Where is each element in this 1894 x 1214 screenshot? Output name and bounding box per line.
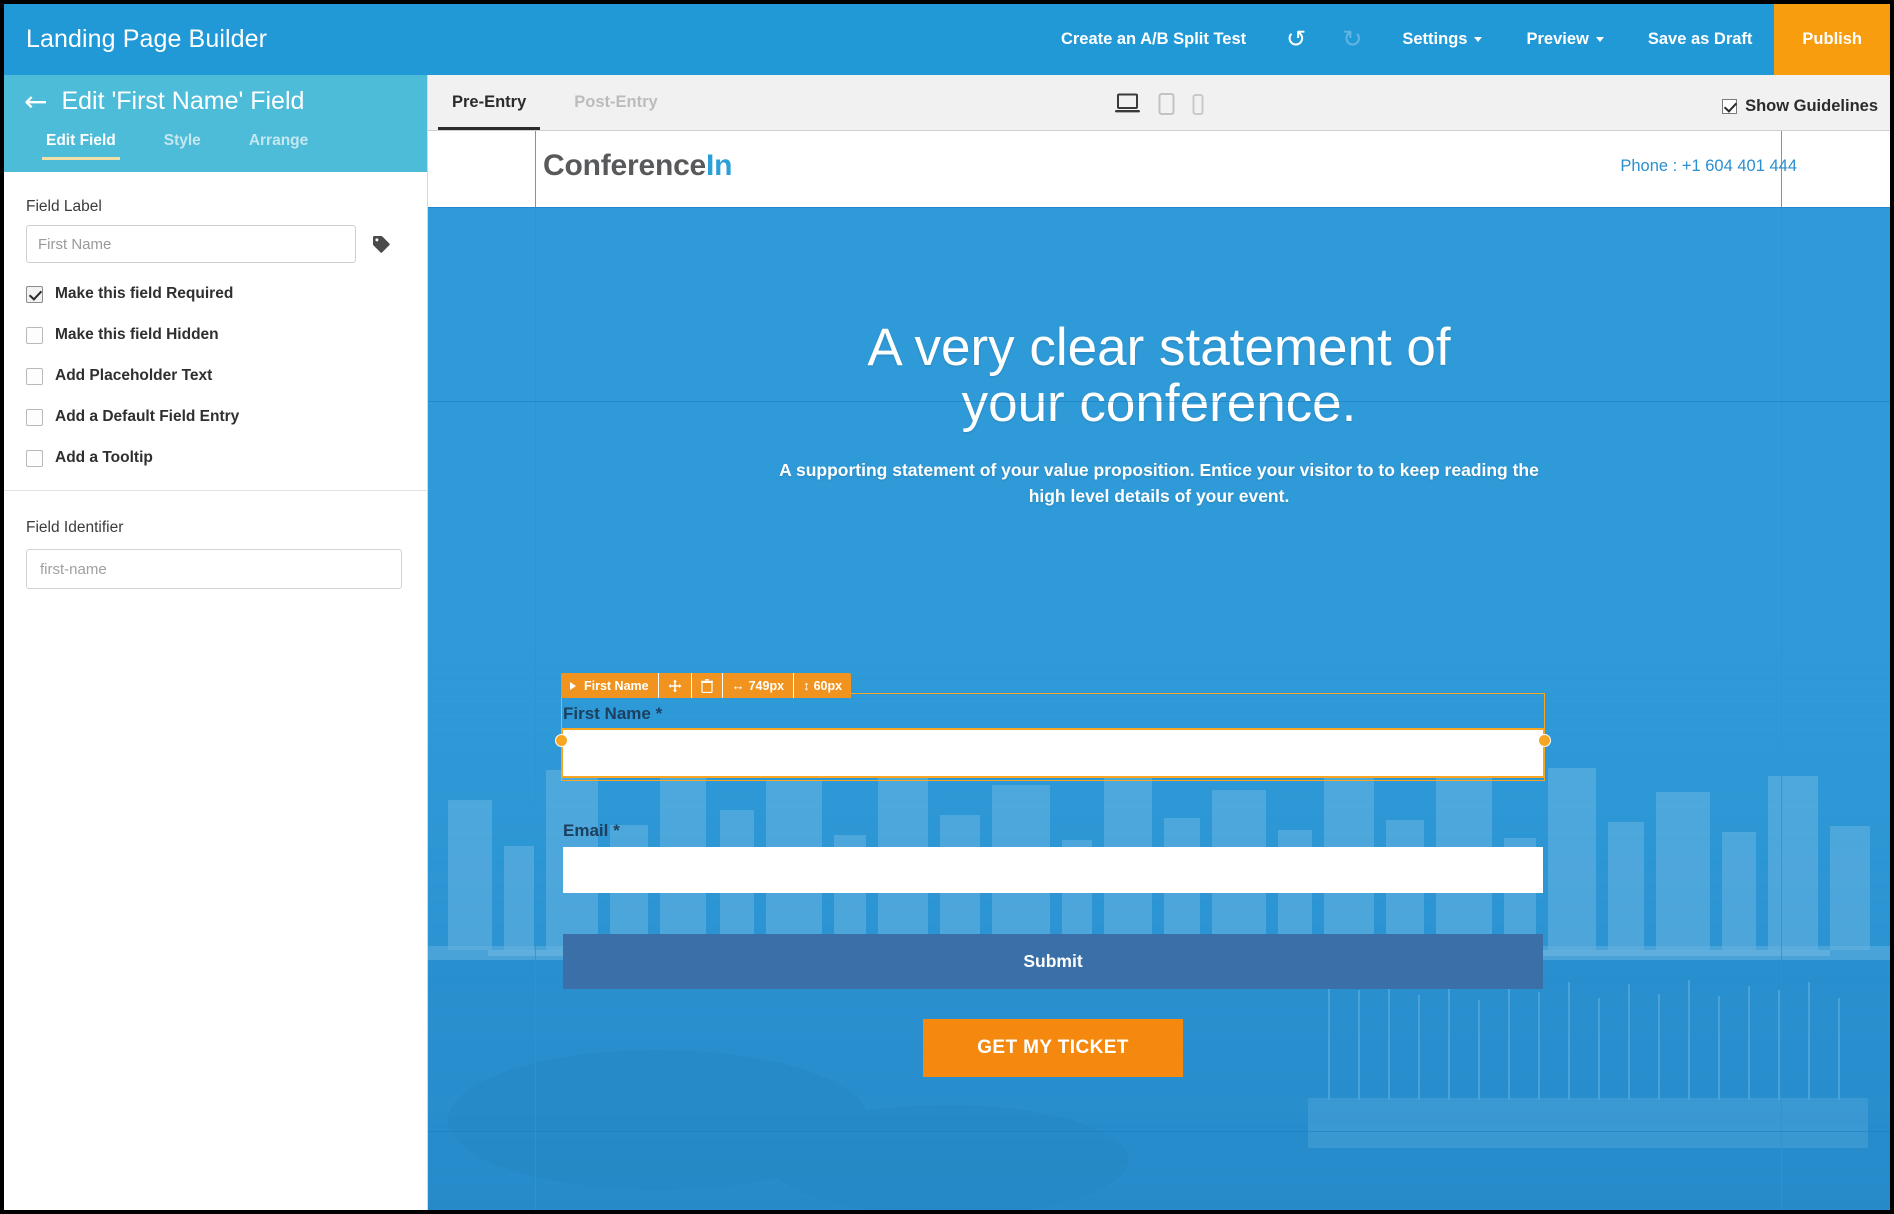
form-field-spacer: [563, 776, 1543, 821]
trash-icon: [700, 678, 713, 693]
move-icon: [668, 679, 682, 692]
form-field-email[interactable]: Email *: [563, 821, 1543, 893]
form-field-first-name[interactable]: First Name ↔ 749px ↕ 60px First Name *: [555, 673, 1551, 781]
tab-pre-entry[interactable]: Pre-Entry: [428, 75, 550, 130]
field-label-row: [26, 225, 405, 263]
publish-button[interactable]: Publish: [1774, 4, 1890, 75]
sidebar-tabs: Edit Field Style Arrange: [24, 132, 427, 160]
cta-button-row: GET MY TICKET: [563, 1019, 1543, 1077]
field-label-input[interactable]: [26, 225, 356, 263]
element-width-indicator: ↔ 749px: [723, 673, 795, 698]
checkbox-icon[interactable]: [26, 449, 43, 467]
top-toolbar-actions: Create an A/B Split Test ↺ ↻ Settings Pr…: [1039, 4, 1890, 75]
settings-menu-button[interactable]: Settings: [1380, 4, 1504, 75]
show-guidelines-label: Show Guidelines: [1745, 97, 1878, 115]
tab-post-entry[interactable]: Post-Entry: [550, 75, 681, 130]
move-element-button[interactable]: [659, 673, 692, 698]
field-identifier-caption: Field Identifier: [26, 519, 124, 536]
page-header: ConferenceIn Phone : +1 604 401 444: [428, 131, 1890, 207]
preview-menu-button[interactable]: Preview: [1504, 4, 1625, 75]
settings-label: Settings: [1402, 30, 1468, 48]
element-height-value: 60px: [813, 678, 843, 693]
device-preview-switcher: [1115, 93, 1204, 120]
checkbox-icon[interactable]: [26, 326, 43, 344]
selection-element-name: First Name: [584, 678, 649, 693]
get-my-ticket-button[interactable]: GET MY TICKET: [923, 1019, 1183, 1077]
header-phone-number: Phone : +1 604 401 444: [1620, 157, 1797, 175]
hero-section: A very clear statement of your conferenc…: [428, 207, 1890, 1210]
hero-headline: A very clear statement of your conferenc…: [759, 318, 1559, 434]
caret-right-icon: [570, 681, 576, 690]
chevron-down-icon: [1595, 37, 1604, 43]
checkbox-icon[interactable]: [26, 285, 43, 303]
selection-expand-button[interactable]: First Name: [561, 673, 659, 698]
field-options-list: Make this field Required Make this field…: [26, 285, 405, 467]
canvas-toolbar: Pre-Entry Post-Entry Show Guidelines: [428, 75, 1890, 131]
hero-subheadline: A supporting statement of your value pro…: [779, 460, 1539, 506]
first-name-label: First Name *: [563, 704, 663, 723]
element-selection-toolbar: First Name ↔ 749px ↕ 60px: [561, 673, 852, 698]
width-arrow-icon: ↔: [731, 678, 745, 693]
app-brand-title: Landing Page Builder: [26, 25, 268, 53]
desktop-view-icon[interactable]: [1115, 93, 1141, 120]
resize-handle-left[interactable]: [555, 734, 568, 747]
element-width-value: 749px: [748, 678, 785, 693]
canvas-area: Pre-Entry Post-Entry Show Guidelines Con…: [428, 75, 1890, 1210]
tablet-view-icon[interactable]: [1158, 93, 1175, 120]
top-toolbar: Landing Page Builder Create an A/B Split…: [4, 4, 1890, 75]
logo-text-primary: Conference: [543, 149, 707, 182]
back-arrow-icon[interactable]: ←: [24, 87, 47, 116]
create-ab-split-test-button[interactable]: Create an A/B Split Test: [1039, 4, 1268, 75]
landing-page-builder-app: Landing Page Builder Create an A/B Split…: [0, 0, 1894, 1214]
checkbox-icon[interactable]: [26, 367, 43, 385]
option-label: Make this field Hidden: [55, 326, 219, 343]
redo-icon[interactable]: ↻: [1324, 4, 1380, 75]
option-make-hidden[interactable]: Make this field Hidden: [26, 326, 405, 344]
hero-headline-line2: your conference.: [961, 374, 1357, 434]
option-add-default-entry[interactable]: Add a Default Field Entry: [26, 408, 405, 426]
option-label: Add Placeholder Text: [55, 367, 213, 384]
sidebar-title-row: ← Edit 'First Name' Field: [24, 75, 427, 116]
option-label: Make this field Required: [55, 285, 234, 302]
field-editor-sidebar: ← Edit 'First Name' Field Edit Field Sty…: [4, 75, 428, 1210]
tab-edit-field[interactable]: Edit Field: [42, 132, 120, 160]
field-identifier-input[interactable]: [26, 549, 402, 589]
element-height-indicator: ↕ 60px: [794, 673, 851, 698]
entry-state-tabs: Pre-Entry Post-Entry: [428, 75, 682, 130]
site-logo: ConferenceIn: [543, 149, 733, 183]
hero-content: A very clear statement of your conferenc…: [428, 207, 1890, 509]
chevron-down-icon: [1474, 37, 1483, 43]
landing-page-preview: ConferenceIn Phone : +1 604 401 444 A ve…: [428, 131, 1890, 1210]
checkbox-icon[interactable]: [26, 408, 43, 426]
hero-headline-line1: A very clear statement of: [867, 318, 1451, 377]
lead-capture-form: First Name ↔ 749px ↕ 60px First Name * E…: [555, 673, 1551, 1077]
logo-text-accent: In: [706, 149, 733, 182]
option-label: Add a Default Field Entry: [55, 408, 240, 425]
undo-icon[interactable]: ↺: [1268, 4, 1324, 75]
email-input[interactable]: [563, 847, 1543, 893]
delete-element-button[interactable]: [692, 673, 723, 698]
sidebar-header: ← Edit 'First Name' Field Edit Field Sty…: [4, 75, 427, 172]
tag-icon[interactable]: [371, 234, 391, 254]
sidebar-title: Edit 'First Name' Field: [61, 87, 305, 115]
preview-label: Preview: [1526, 30, 1589, 48]
tab-arrange[interactable]: Arrange: [249, 132, 308, 160]
option-add-tooltip[interactable]: Add a Tooltip: [26, 449, 405, 467]
option-label: Add a Tooltip: [55, 449, 153, 466]
mobile-view-icon[interactable]: [1192, 94, 1204, 120]
first-name-input[interactable]: [561, 728, 1545, 778]
resize-handle-right[interactable]: [1538, 734, 1551, 747]
sidebar-body: Field Label Make this field Required: [4, 172, 427, 467]
save-as-draft-button[interactable]: Save as Draft: [1626, 4, 1775, 75]
email-label: Email *: [563, 821, 620, 840]
show-guidelines-toggle[interactable]: Show Guidelines: [1722, 97, 1890, 130]
checkbox-icon[interactable]: [1722, 99, 1738, 114]
field-label-caption: Field Label: [26, 198, 102, 215]
tab-style[interactable]: Style: [164, 132, 201, 160]
height-arrow-icon: ↕: [803, 678, 810, 693]
submit-button[interactable]: Submit: [563, 934, 1543, 989]
option-make-required[interactable]: Make this field Required: [26, 285, 405, 303]
option-add-placeholder-text[interactable]: Add Placeholder Text: [26, 367, 405, 385]
field-identifier-section: Field Identifier: [4, 491, 427, 589]
